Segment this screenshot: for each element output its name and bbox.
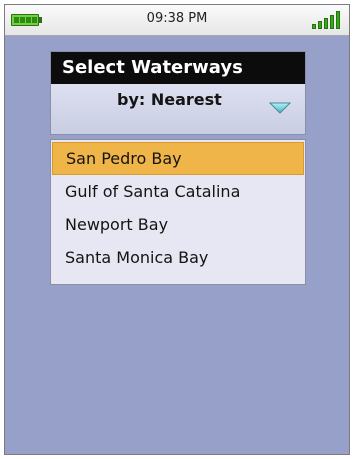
chevron-down-icon[interactable] (269, 102, 291, 114)
list-item-label: Santa Monica Bay (65, 248, 209, 267)
waterway-list: San Pedro Bay Gulf of Santa Catalina New… (50, 139, 306, 285)
list-item-label: Gulf of Santa Catalina (65, 182, 241, 201)
waterway-selector-header: Select Waterways by: Nearest (50, 51, 306, 135)
page-title: Select Waterways (51, 52, 305, 84)
status-bar: 09:38 PM (5, 5, 349, 36)
list-item-newport-bay[interactable]: Newport Bay (52, 208, 304, 241)
list-item-label: San Pedro Bay (66, 149, 182, 168)
list-item-gulf-of-santa-catalina[interactable]: Gulf of Santa Catalina (52, 175, 304, 208)
status-time: 09:38 PM (146, 11, 208, 26)
list-item-san-pedro-bay[interactable]: San Pedro Bay (52, 142, 304, 175)
sort-dropdown[interactable]: by: Nearest (51, 84, 305, 134)
signal-strength-icon (312, 11, 342, 29)
list-item-label: Newport Bay (65, 215, 169, 234)
list-item-santa-monica-bay[interactable]: Santa Monica Bay (52, 241, 304, 274)
device-screen: 09:38 PM Select Waterways by: Nearest Sa… (4, 4, 350, 455)
sort-label: by: Nearest (117, 90, 222, 109)
